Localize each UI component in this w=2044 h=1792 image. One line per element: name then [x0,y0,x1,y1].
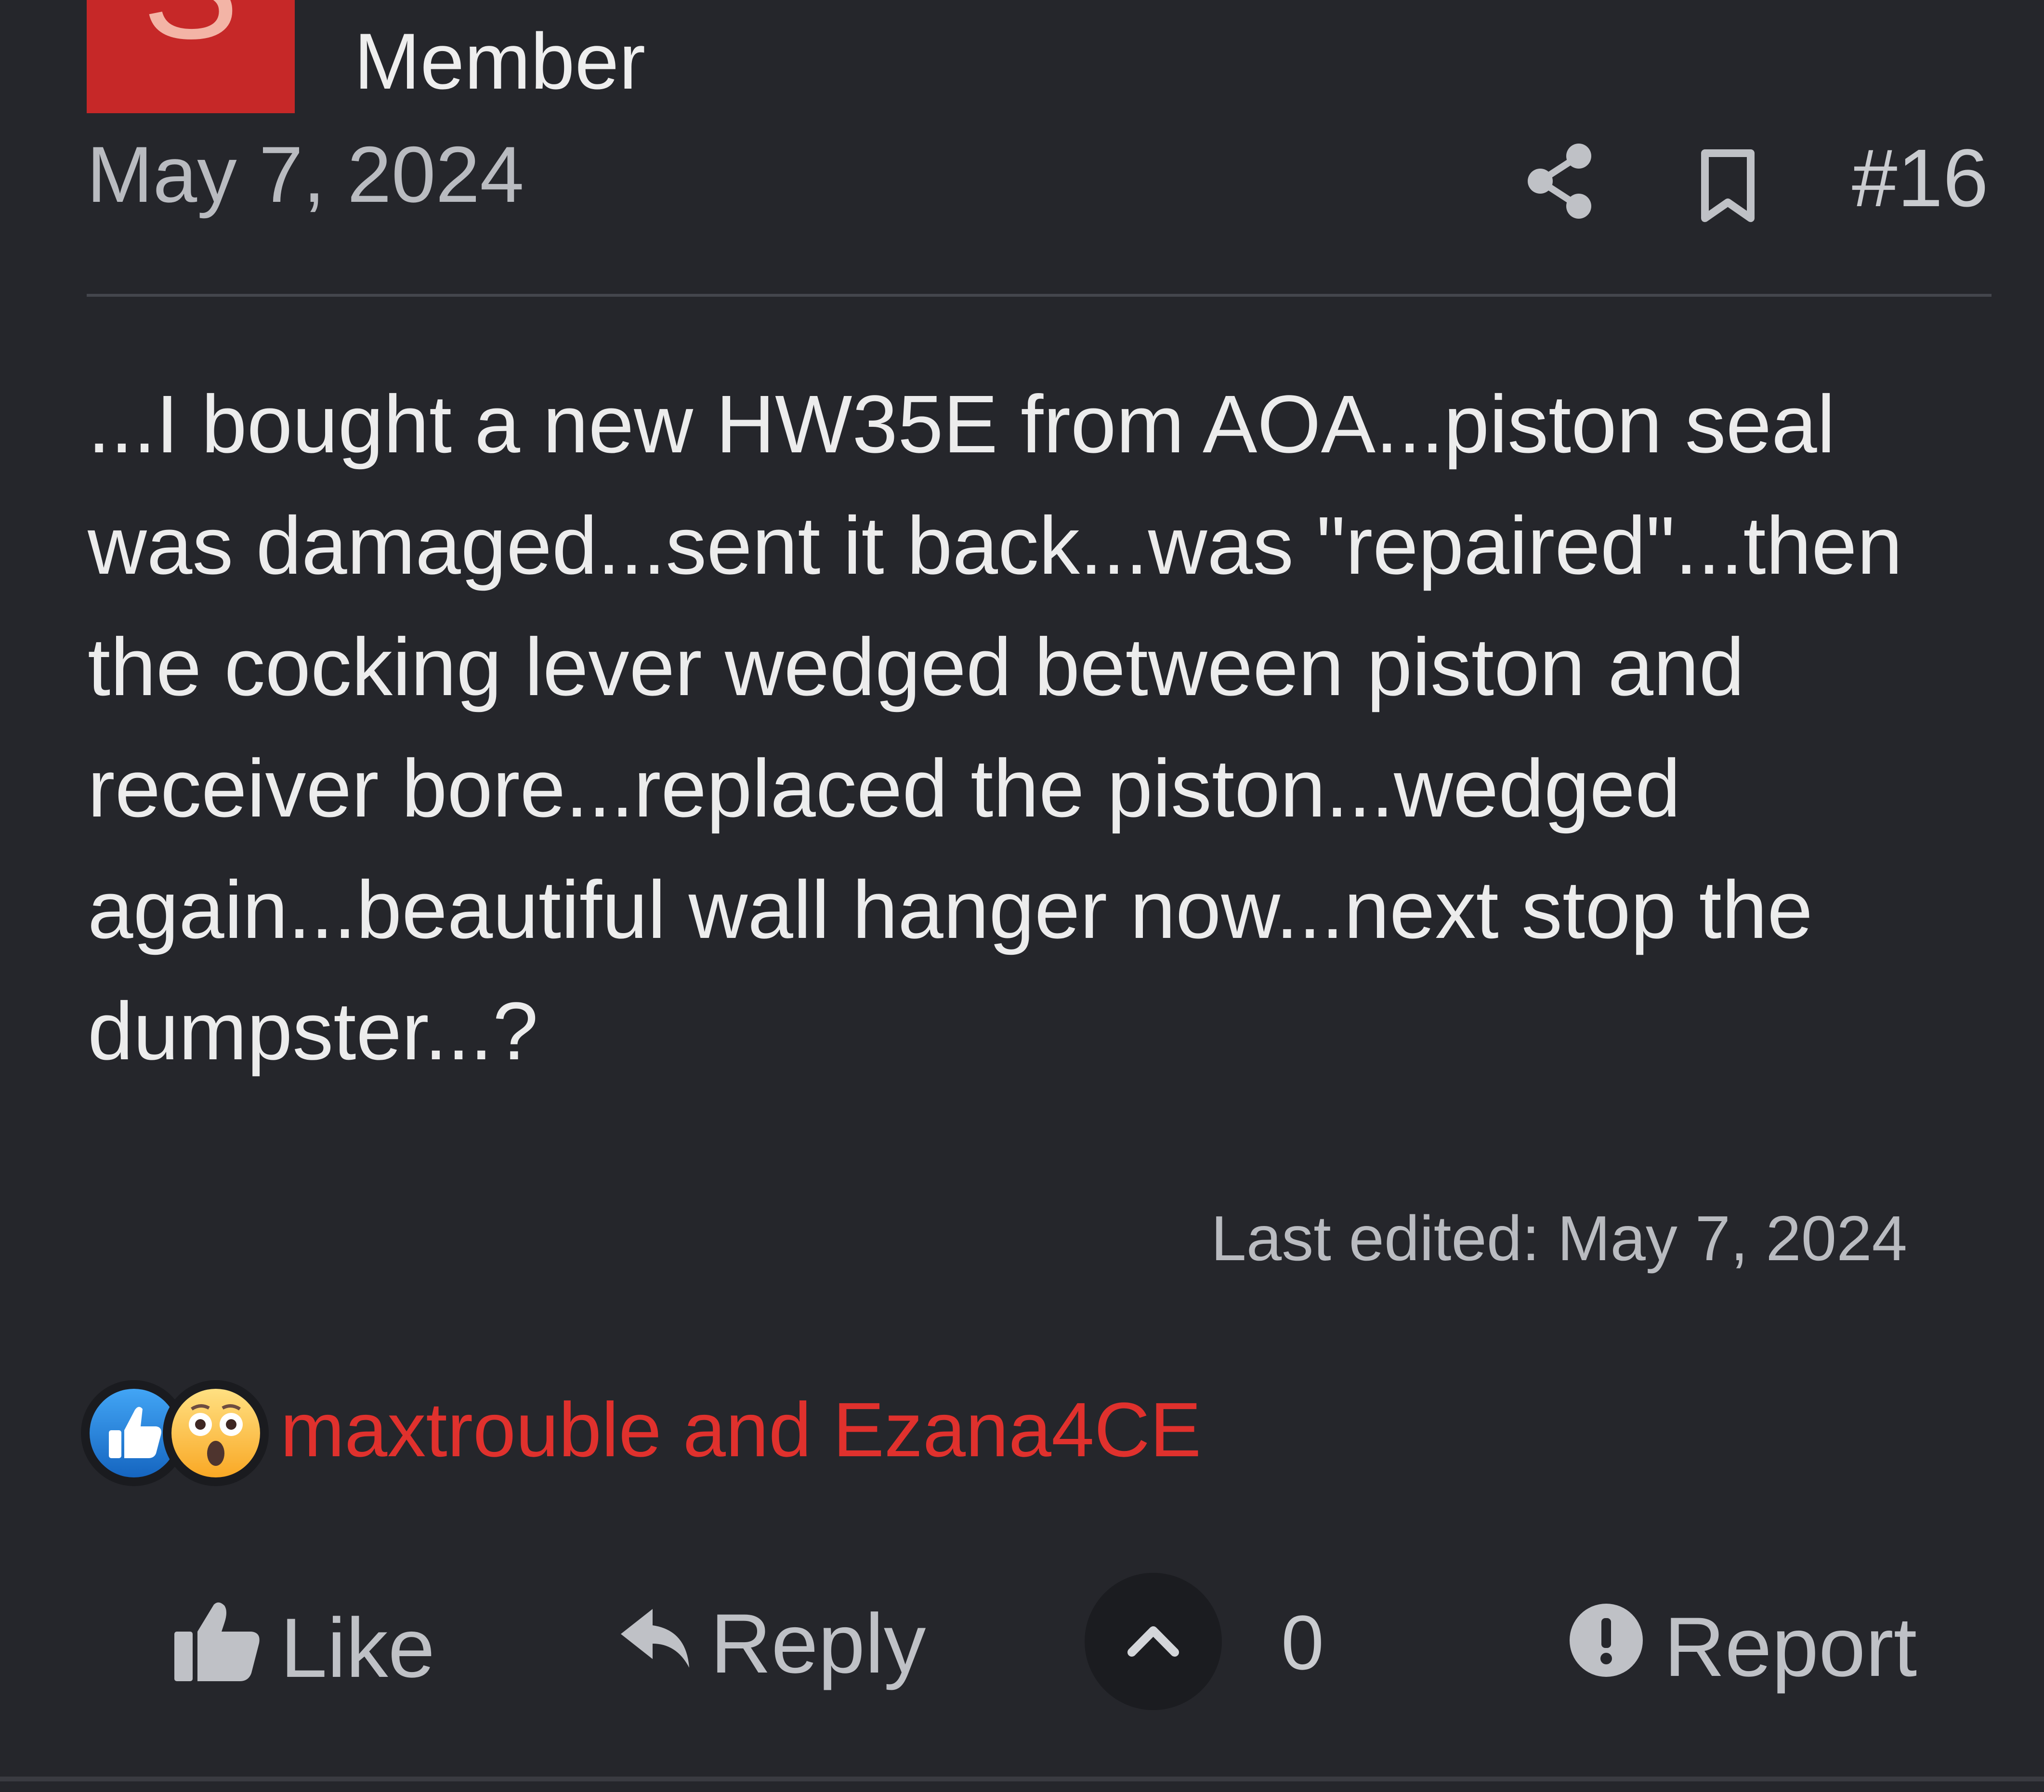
report-button[interactable]: Report [1568,1602,1917,1692]
last-edited-note: Last edited: May 7, 2024 [1211,1203,1907,1274]
bookmark-button[interactable] [1700,148,1756,223]
wow-reaction-icon [163,1380,269,1486]
reply-button[interactable]: Reply [619,1602,926,1686]
divider [87,294,1992,297]
bookmark-icon [1701,149,1755,222]
forum-post: S Member May 7, 2024 #16 ...I bought a n… [0,0,2044,1792]
reply-arrow-icon [619,1602,691,1686]
post-date[interactable]: May 7, 2024 [87,135,524,214]
exclamation-circle-icon [1568,1602,1645,1692]
upvote-button[interactable] [1085,1573,1222,1710]
like-label: Like [280,1601,435,1695]
thumbs-up-icon [174,1602,261,1695]
post-action-bar: Like Reply 0 Report [0,1573,2044,1717]
post-number-link[interactable]: #16 [1852,137,1989,219]
post-body: ...I bought a new HW35E from AOA...pisto… [88,379,1903,1077]
share-icon [1528,144,1591,219]
report-label: Report [1664,1600,1917,1694]
chevron-up-icon [1127,1626,1179,1657]
avatar-letter: S [87,0,295,60]
avatar[interactable]: S [87,0,295,113]
reply-label: Reply [710,1597,926,1691]
like-button[interactable]: Like [174,1602,435,1695]
post-separator [0,1777,2044,1781]
vote-count: 0 [1281,1599,1324,1686]
user-title: Member [354,17,646,105]
reaction-users-link[interactable]: maxtrouble and Ezana4CE [280,1391,1201,1468]
share-button[interactable] [1526,143,1594,220]
